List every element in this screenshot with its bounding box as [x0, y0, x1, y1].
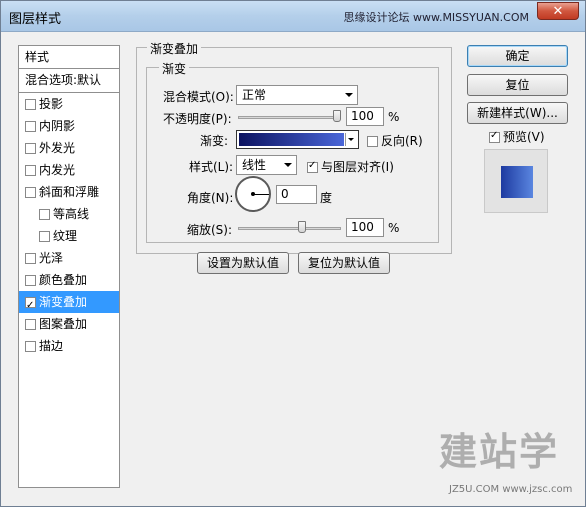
style-item-label: 光泽 — [39, 251, 64, 265]
scale-slider[interactable] — [238, 227, 341, 230]
gradient-label: 渐变: — [200, 134, 229, 148]
ok-button[interactable]: 确定 — [467, 45, 568, 67]
style-item[interactable]: 图案叠加 — [19, 313, 119, 335]
style-select[interactable]: 线性 — [236, 155, 297, 175]
opacity-input[interactable]: 100 — [346, 107, 384, 126]
style-item-label: 等高线 — [53, 207, 90, 221]
opacity-label: 不透明度(P): — [163, 112, 232, 126]
reverse-checkbox[interactable]: 反向(R) — [367, 132, 423, 149]
checkbox-icon[interactable] — [39, 209, 50, 220]
angle-dial[interactable] — [235, 176, 271, 212]
angle-center-dot — [251, 192, 255, 196]
subsection-title: 渐变 — [159, 60, 190, 77]
preview-check-icon[interactable] — [489, 130, 500, 143]
blend-mode-label: 混合模式(O): — [163, 90, 234, 104]
checkbox-icon[interactable] — [25, 143, 36, 154]
style-item[interactable]: 斜面和浮雕 — [19, 181, 119, 203]
checkbox-icon[interactable] — [39, 231, 50, 242]
section-title: 渐变叠加 — [147, 40, 202, 57]
style-item-label: 投影 — [39, 97, 64, 111]
style-item-label: 描边 — [39, 339, 64, 353]
reverse-check-icon[interactable] — [367, 136, 378, 147]
chevron-down-icon[interactable] — [345, 133, 357, 146]
layer-style-dialog: 图层样式 思缘设计论坛 www.MISSYUAN.COM ✕ 样式 混合选项:默… — [0, 0, 586, 507]
opacity-slider[interactable] — [238, 116, 341, 119]
style-item-label: 内发光 — [39, 163, 76, 177]
style-item-label: 外发光 — [39, 141, 76, 155]
align-label: 与图层对齐(I) — [321, 160, 394, 174]
chevron-down-icon — [284, 163, 292, 167]
style-item-label: 内阴影 — [39, 119, 76, 133]
scale-unit: % — [388, 221, 400, 235]
angle-label: 角度(N): — [187, 191, 234, 205]
style-item-label: 图案叠加 — [39, 317, 88, 331]
new-style-button[interactable]: 新建样式(W)... — [467, 102, 568, 124]
styles-header[interactable]: 样式 — [19, 46, 119, 69]
style-item-label: 纹理 — [53, 229, 78, 243]
style-item-label: 斜面和浮雕 — [39, 185, 100, 199]
checkbox-icon[interactable] — [25, 341, 36, 352]
preview-swatch — [501, 166, 533, 198]
gradient-picker[interactable] — [236, 130, 359, 149]
style-item-label: 颜色叠加 — [39, 273, 88, 287]
checkbox-icon[interactable] — [25, 275, 36, 286]
reset-default-button[interactable]: 复位为默认值 — [298, 252, 390, 274]
checkbox-icon[interactable] — [25, 253, 36, 264]
checkbox-icon[interactable] — [25, 99, 36, 110]
window-title: 图层样式 — [9, 12, 62, 27]
checkbox-icon[interactable] — [25, 121, 36, 132]
make-default-button[interactable]: 设置为默认值 — [197, 252, 289, 274]
preview-label: 预览(V) — [503, 130, 545, 144]
reset-button[interactable]: 复位 — [467, 74, 568, 96]
blending-options-item[interactable]: 混合选项:默认 — [19, 69, 119, 93]
scale-label: 缩放(S): — [187, 223, 233, 237]
chevron-down-icon — [345, 93, 353, 97]
preview-checkbox[interactable]: 预览(V) — [489, 128, 545, 145]
style-item[interactable]: 内发光 — [19, 159, 119, 181]
close-icon: ✕ — [552, 4, 564, 19]
title-bar[interactable]: 图层样式 思缘设计论坛 www.MISSYUAN.COM ✕ — [1, 1, 585, 32]
watermark-text: 建站学 — [439, 430, 560, 474]
checkbox-icon[interactable] — [25, 165, 36, 176]
opacity-unit: % — [388, 110, 400, 124]
style-item[interactable]: 纹理 — [19, 225, 119, 247]
preview-thumbnail — [484, 149, 548, 213]
checkbox-icon[interactable] — [25, 187, 36, 198]
style-item[interactable]: 描边 — [19, 335, 119, 357]
gradient-swatch[interactable] — [239, 133, 344, 146]
close-button[interactable]: ✕ — [537, 2, 579, 20]
styles-list: 样式 混合选项:默认 投影内阴影外发光内发光斜面和浮雕等高线纹理光泽颜色叠加渐变… — [18, 45, 120, 488]
style-item-label: 渐变叠加 — [39, 295, 88, 309]
checkbox-icon[interactable] — [25, 295, 36, 317]
reverse-label: 反向(R) — [381, 134, 423, 148]
align-check-icon[interactable] — [307, 160, 318, 173]
style-item[interactable]: 投影 — [19, 93, 119, 115]
style-item[interactable]: 外发光 — [19, 137, 119, 159]
angle-input[interactable]: 0 — [276, 185, 317, 204]
style-value: 线性 — [242, 158, 267, 172]
opacity-slider-handle[interactable] — [333, 110, 341, 122]
checkbox-icon[interactable] — [25, 319, 36, 330]
blend-mode-value: 正常 — [242, 88, 267, 102]
style-items: 投影内阴影外发光内发光斜面和浮雕等高线纹理光泽颜色叠加渐变叠加图案叠加描边 — [19, 93, 119, 357]
style-item[interactable]: 等高线 — [19, 203, 119, 225]
angle-indicator-line — [254, 194, 269, 195]
style-item[interactable]: 内阴影 — [19, 115, 119, 137]
scale-input[interactable]: 100 — [346, 218, 384, 237]
style-item[interactable]: 渐变叠加 — [19, 291, 119, 317]
angle-unit: 度 — [320, 191, 333, 205]
style-label: 样式(L): — [189, 160, 234, 174]
align-checkbox[interactable]: 与图层对齐(I) — [307, 158, 394, 175]
watermark-url: JZ5U.COM www.jzsc.com — [449, 484, 573, 495]
forum-brand: 思缘设计论坛 www.MISSYUAN.COM — [343, 11, 529, 24]
style-item[interactable]: 颜色叠加 — [19, 269, 119, 291]
style-item[interactable]: 光泽 — [19, 247, 119, 269]
scale-slider-handle[interactable] — [297, 221, 306, 233]
blend-mode-select[interactable]: 正常 — [236, 85, 358, 105]
